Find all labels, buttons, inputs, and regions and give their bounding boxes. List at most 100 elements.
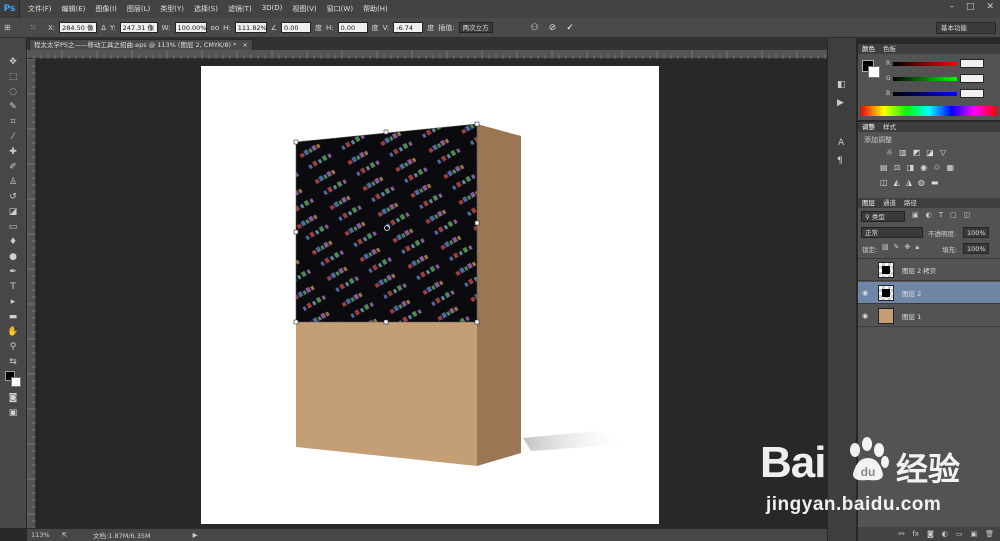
b-slider[interactable]	[893, 92, 957, 96]
posterize-icon[interactable]: ◭	[894, 178, 900, 187]
tab-paths[interactable]: 路径	[904, 198, 917, 208]
close-icon[interactable]: ✕	[986, 2, 994, 12]
dodge-tool-icon[interactable]: ●	[7, 251, 19, 263]
layer-style-icon[interactable]: fx	[912, 530, 919, 538]
h-field[interactable]: 111.82%	[234, 22, 267, 33]
cancel-transform-icon[interactable]: ⊘	[549, 23, 557, 33]
w-field[interactable]: 100.00%	[174, 22, 207, 33]
delete-layer-icon[interactable]: 🗑︎	[985, 530, 994, 538]
lock-transparency-icon[interactable]: ▧	[882, 243, 889, 252]
tab-styles[interactable]: 样式	[883, 122, 896, 132]
blur-tool-icon[interactable]: ♦	[7, 236, 19, 248]
new-adjustment-icon[interactable]: ◐	[942, 530, 948, 538]
brightness-icon[interactable]: ☼	[886, 148, 893, 157]
fill-field[interactable]: 100%	[963, 243, 989, 254]
commit-transform-icon[interactable]: ✓	[566, 23, 574, 33]
new-layer-icon[interactable]: ▣	[970, 530, 977, 538]
filter-type-icon[interactable]: T	[939, 211, 943, 219]
menu-item[interactable]: 图层(L)	[127, 4, 150, 14]
filter-adjust-icon[interactable]: ◐	[926, 211, 932, 219]
r-slider[interactable]	[893, 62, 957, 66]
crop-tool-icon[interactable]: ⌗	[7, 116, 19, 128]
tab-swatches[interactable]: 色板	[883, 44, 896, 54]
quick-select-tool-icon[interactable]: ✎	[7, 101, 19, 113]
y-field[interactable]: 247.31 像	[119, 22, 158, 33]
filter-pixel-icon[interactable]: ▣	[912, 211, 919, 219]
opacity-field[interactable]: 100%	[963, 227, 989, 238]
blend-mode-select[interactable]: 正常	[861, 227, 923, 238]
add-mask-icon[interactable]: ◙	[927, 530, 934, 538]
new-group-icon[interactable]: ▭	[956, 530, 963, 538]
menu-item[interactable]: 帮助(H)	[363, 4, 388, 14]
actions-panel-icon[interactable]: ▶	[837, 98, 844, 108]
exposure-icon[interactable]: ◪	[926, 148, 934, 157]
history-panel-icon[interactable]: ◧	[837, 80, 846, 90]
shape-tool-icon[interactable]: ▬	[7, 311, 19, 323]
vibrance-icon[interactable]: ▽	[940, 148, 946, 157]
b-value-field[interactable]	[960, 89, 984, 98]
paragraph-panel-icon[interactable]: ¶	[837, 156, 843, 166]
type-tool-icon[interactable]: T	[7, 281, 19, 293]
tab-channels[interactable]: 通道	[883, 198, 896, 208]
gradient-map-icon[interactable]: ▬	[931, 178, 939, 187]
background-color-swatch[interactable]	[11, 377, 21, 387]
lock-position-icon[interactable]: ✥	[905, 243, 911, 252]
color-lookup-icon[interactable]: ▦	[946, 163, 954, 172]
menu-item[interactable]: 图像(I)	[95, 4, 117, 14]
menu-item[interactable]: 窗口(W)	[327, 4, 353, 14]
channel-mixer-icon[interactable]: ♲	[933, 163, 940, 172]
tab-layers[interactable]: 图层	[862, 198, 875, 208]
selective-color-icon[interactable]: ◍	[918, 178, 925, 187]
gradient-tool-icon[interactable]: ▭	[7, 221, 19, 233]
lock-all-icon[interactable]: 🔒︎	[915, 243, 919, 252]
black-white-icon[interactable]: ◨	[907, 163, 915, 172]
brush-tool-icon[interactable]: ✐	[7, 161, 19, 173]
interpolation-select[interactable]: 两次立方	[458, 22, 493, 33]
menu-item[interactable]: 滤镜(T)	[228, 4, 252, 14]
lock-pixels-icon[interactable]: ✎	[894, 243, 900, 252]
pen-tool-icon[interactable]: ✒	[7, 266, 19, 278]
tab-close-icon[interactable]: ×	[242, 41, 247, 49]
zoom-level[interactable]: 113%	[31, 531, 50, 539]
lasso-tool-icon[interactable]: ◌	[7, 86, 19, 98]
hskew-field[interactable]: 0.00	[337, 22, 368, 33]
reference-point-icon[interactable]: ⁙	[30, 23, 44, 32]
document-tab[interactable]: 程太太学PS之——移动工具之招曲.eps @ 113% (图层 2, CMYK/…	[29, 39, 253, 50]
visibility-eye-icon[interactable]: ◉	[858, 289, 872, 297]
levels-icon[interactable]: ▥	[899, 148, 907, 157]
document-canvas[interactable]	[201, 66, 659, 524]
panel-bg-swatch[interactable]	[868, 66, 880, 78]
photo-filter-icon[interactable]: ◉	[920, 163, 927, 172]
menu-item[interactable]: 选择(S)	[194, 4, 218, 14]
threshold-icon[interactable]: ◮	[906, 178, 912, 187]
g-slider[interactable]	[893, 77, 957, 81]
share-icon[interactable]: ⇱	[62, 531, 67, 539]
layer-row[interactable]: 图层 2 拷贝	[858, 259, 1000, 281]
move-tool-icon[interactable]: ✥	[7, 56, 19, 68]
warp-mode-icon[interactable]: ⚇	[531, 23, 539, 33]
character-panel-icon[interactable]: A	[838, 138, 844, 148]
stamp-tool-icon[interactable]: ♙	[7, 176, 19, 188]
transform-tool-icon[interactable]: ⊞	[4, 23, 18, 32]
eyedropper-tool-icon[interactable]: ⁄	[7, 131, 19, 143]
invert-icon[interactable]: ◫	[880, 178, 888, 187]
filter-shape-icon[interactable]: ▢	[950, 211, 957, 219]
hue-saturation-icon[interactable]: ▤	[880, 163, 888, 172]
r-value-field[interactable]	[960, 59, 984, 68]
path-select-tool-icon[interactable]: ▸	[7, 296, 19, 308]
link-icon[interactable]: oo	[211, 24, 220, 32]
hand-tool-icon[interactable]: ✋	[7, 326, 19, 338]
marquee-tool-icon[interactable]: ⬚	[7, 71, 19, 83]
tab-adjustments[interactable]: 调整	[862, 122, 875, 132]
layer-row[interactable]: ◉ 图层 2	[858, 282, 1000, 304]
workspace-select[interactable]: 基本功能	[936, 22, 996, 34]
status-menu-arrow-icon[interactable]: ▶	[193, 531, 198, 539]
curves-icon[interactable]: ◩	[913, 148, 921, 157]
link-layers-icon[interactable]: ⚯	[898, 530, 904, 538]
layer-filter-select[interactable]: ⚲ 类型	[861, 211, 905, 222]
tab-color[interactable]: 颜色	[862, 44, 875, 54]
visibility-eye-icon[interactable]: ◉	[858, 312, 872, 320]
x-field[interactable]: 284.50 像	[59, 22, 98, 33]
minimize-icon[interactable]: –	[949, 2, 954, 12]
menu-item[interactable]: 类型(Y)	[160, 4, 184, 14]
